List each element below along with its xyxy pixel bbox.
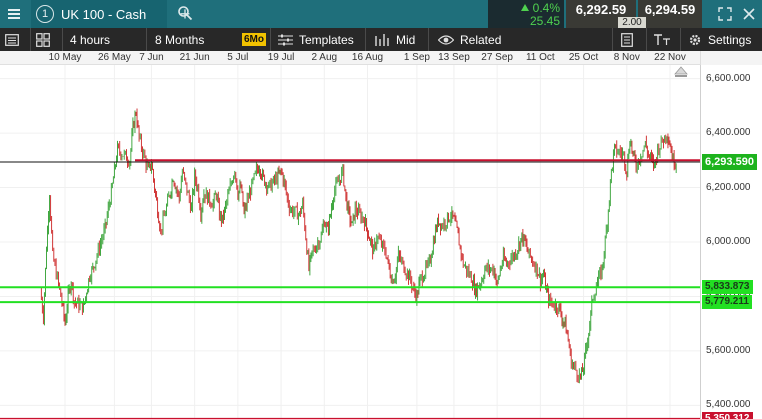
sell-price: 6,292.59: [575, 2, 627, 17]
related-button[interactable]: Related: [438, 28, 501, 51]
gear-icon: [689, 34, 701, 45]
buy-price-button[interactable]: 6,294.59: [638, 0, 702, 28]
date-tick-label: 2 Aug: [311, 52, 338, 63]
date-tick-label: 16 Aug: [351, 52, 384, 63]
date-tick-label: 5 Jul: [227, 52, 249, 63]
range-badge[interactable]: 6Mo: [242, 33, 266, 46]
date-tick-label: 7 Jun: [139, 52, 164, 63]
settings-button[interactable]: Settings: [688, 28, 751, 51]
eye-icon: [438, 34, 454, 45]
level-price-tag[interactable]: 5,833.873: [702, 280, 753, 295]
note-button[interactable]: [621, 28, 637, 51]
price-tick-label: 6,200.000: [706, 181, 751, 193]
chart-toolbar: 4 hours 8 Months 6Mo Templates Mid Relat…: [0, 28, 762, 51]
price-tick-label: 6,400.000: [706, 127, 751, 139]
price-chart[interactable]: [0, 65, 762, 419]
price-tick-label: 5,600.000: [706, 344, 751, 356]
grid-icon: [36, 32, 50, 47]
date-tick-label: 27 Sep: [481, 52, 513, 63]
change-absolute: 25.45: [529, 14, 560, 28]
date-tick-label: 26 May: [97, 52, 131, 63]
templates-button[interactable]: Templates: [278, 28, 354, 51]
bar-chart-icon: [375, 33, 389, 46]
date-tick-label: 22 Nov: [654, 52, 686, 63]
date-tick-label: 21 Jun: [179, 52, 210, 63]
text-size-icon: [654, 33, 670, 45]
buy-price: 6,294.59: [644, 2, 696, 17]
date-tick-label: 11 Oct: [525, 52, 555, 63]
hamburger-menu-icon: [8, 9, 20, 19]
grid-button[interactable]: [36, 28, 56, 51]
add-tab-button[interactable]: +: [172, 0, 198, 28]
sliders-icon: [278, 34, 293, 45]
price-type-label: Mid: [396, 32, 416, 47]
expand-icon: [718, 7, 732, 21]
price-axis[interactable]: 6,600.0006,400.0006,200.0006,000.0005,80…: [700, 65, 762, 419]
expand-button[interactable]: [716, 0, 734, 28]
date-tick-label: 19 Jul: [267, 52, 295, 63]
close-button[interactable]: [740, 0, 758, 28]
date-tick-label: 13 Sep: [438, 52, 470, 63]
layout-button[interactable]: [5, 28, 25, 51]
layout-icon: [5, 33, 19, 46]
instrument-tab-number: 1: [36, 5, 54, 23]
close-icon: [743, 8, 755, 20]
templates-label: Templates: [299, 32, 354, 47]
price-type-button[interactable]: Mid: [374, 28, 415, 51]
date-axis: 10 May 26 May 7 Jun 21 Jun 5 Jul 19 Jul 2 Aug 1…: [0, 51, 700, 65]
related-label: Related: [460, 32, 502, 47]
menu-button[interactable]: [0, 0, 28, 28]
axis-corner: [700, 51, 762, 65]
date-tick-label: 1 Sep: [403, 52, 430, 63]
date-tick-label: 8 Nov: [613, 52, 640, 63]
level-price-tag[interactable]: 5,779.211: [702, 295, 752, 310]
change-percent: 0.4%: [532, 1, 560, 15]
price-tick-label: 6,600.000: [706, 72, 751, 84]
instrument-bar: 1 UK 100 - Cash + 0.4% 25.45 6,292.59 6,…: [0, 0, 762, 29]
arrow-up-icon: [521, 4, 529, 11]
note-icon: [621, 32, 633, 47]
level-price-tag[interactable]: 5,350.312: [702, 411, 753, 419]
interval-select[interactable]: 4 hours: [70, 28, 110, 51]
date-tick-label: 25 Oct: [568, 52, 599, 63]
range-select[interactable]: 8 Months: [155, 28, 204, 51]
text-size-button[interactable]: [654, 28, 674, 51]
instrument-name: UK 100 - Cash: [61, 6, 147, 22]
current-price-tag: 6,293.590: [702, 154, 757, 171]
price-change-box: 0.4% 25.45: [488, 0, 564, 28]
price-tick-label: 5,400.000: [706, 399, 751, 411]
price-tick-label: 6,000.000: [706, 236, 751, 247]
scroll-to-latest-icon[interactable]: [674, 66, 688, 78]
plus-icon: +: [179, 3, 191, 24]
date-tick-label: 10 May: [48, 52, 82, 63]
instrument-tab[interactable]: 1 UK 100 - Cash: [31, 0, 193, 28]
settings-label: Settings: [708, 32, 752, 47]
